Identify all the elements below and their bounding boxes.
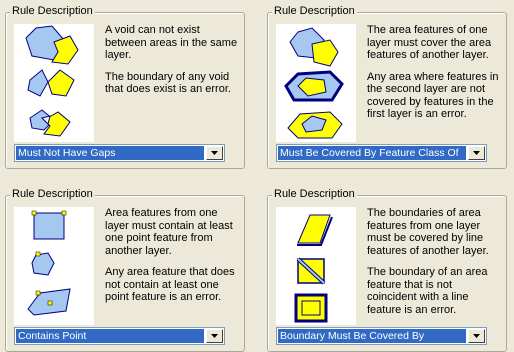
rule-type-dropdown[interactable]: Boundary Must Be Covered By <box>276 327 487 345</box>
chevron-down-icon <box>473 151 480 155</box>
group-box-legend: Rule Description <box>272 188 357 201</box>
chevron-down-icon <box>211 151 218 155</box>
dropdown-selected-value: Must Be Covered By Feature Class Of <box>278 146 466 160</box>
rule-panel-boundary-must-be-covered-by: Rule Description The boundaries of area … <box>267 187 507 352</box>
rule-error-condition: Any area feature that does not contain a… <box>105 266 235 303</box>
rule-error-condition: The boundary of an area feature that is … <box>367 266 488 316</box>
rule-panel-must-be-covered-by-feature-class-of: Rule Description The area features of on… <box>267 4 507 169</box>
dropdown-selected-value: Boundary Must Be Covered By <box>278 329 466 343</box>
dropdown-selected-value: Contains Point <box>16 329 204 343</box>
chevron-down-icon <box>211 334 218 338</box>
dropdown-button[interactable] <box>206 329 223 343</box>
gap-rule-illustration-icon <box>25 25 79 137</box>
rule-description-text: A void can not exist between areas in th… <box>105 24 240 105</box>
rule-type-dropdown[interactable]: Contains Point <box>14 327 225 345</box>
boundary-coverage-illustration-icon <box>294 214 333 323</box>
contains-point-illustration-icon <box>27 210 71 316</box>
rule-panel-must-not-have-gaps: Rule Description A void can not exist be… <box>5 4 245 169</box>
coverage-rule-illustration-icon <box>284 27 344 139</box>
rule-summary: The boundaries of area features from one… <box>367 207 489 257</box>
rule-summary: The area features of one layer must cove… <box>367 24 492 61</box>
rule-error-condition: Any area where features in the second la… <box>367 70 499 121</box>
rule-panel-contains-point: Rule Description Area features from one … <box>5 187 245 352</box>
rule-error-condition: The boundary of any void that does exist… <box>105 70 231 96</box>
rule-illustration <box>14 24 94 142</box>
group-box-legend: Rule Description <box>272 5 357 18</box>
group-box-legend: Rule Description <box>10 188 95 201</box>
rule-description-text: Area features from one layer must contai… <box>105 207 240 313</box>
rule-type-dropdown[interactable]: Must Not Have Gaps <box>14 144 225 162</box>
rule-description-text: The boundaries of area features from one… <box>367 207 502 325</box>
rule-summary: A void can not exist between areas in th… <box>105 24 238 61</box>
dropdown-button[interactable] <box>468 329 485 343</box>
chevron-down-icon <box>473 334 480 338</box>
rule-summary: Area features from one layer must contai… <box>105 207 233 257</box>
dropdown-button[interactable] <box>468 146 485 160</box>
rule-illustration <box>14 207 94 325</box>
rule-illustration <box>276 207 356 325</box>
rule-type-dropdown[interactable]: Must Be Covered By Feature Class Of <box>276 144 487 162</box>
rule-illustration <box>276 24 356 142</box>
group-box-legend: Rule Description <box>10 5 95 18</box>
dropdown-selected-value: Must Not Have Gaps <box>16 146 204 160</box>
dropdown-button[interactable] <box>206 146 223 160</box>
rule-description-text: The area features of one layer must cove… <box>367 24 502 130</box>
